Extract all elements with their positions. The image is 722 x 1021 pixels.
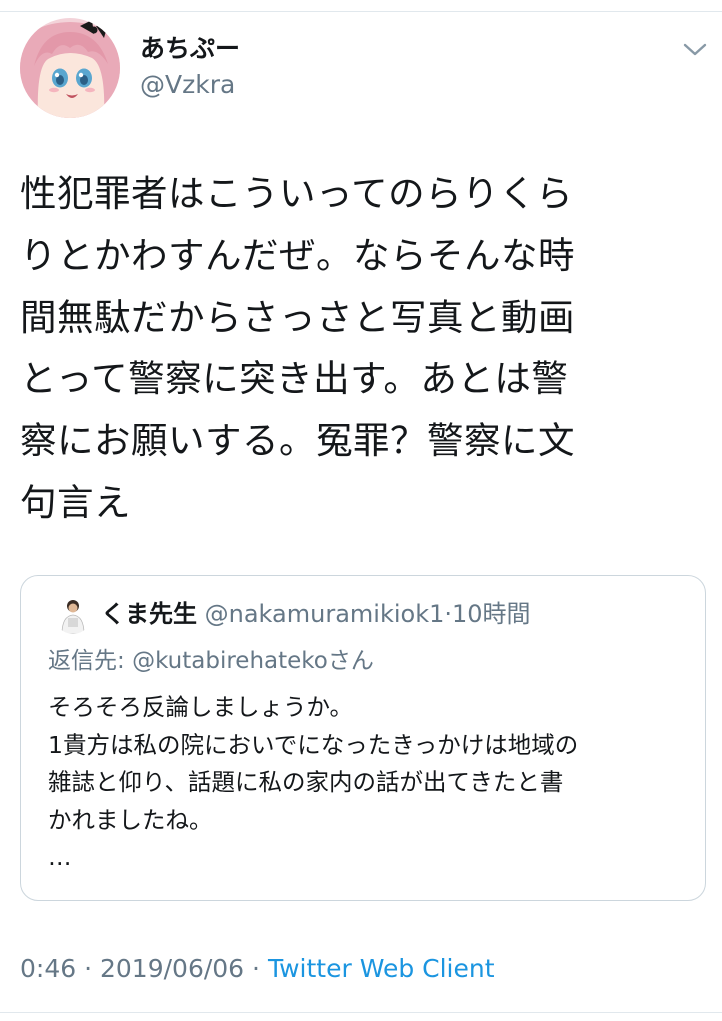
chevron-down-icon[interactable] xyxy=(682,40,708,60)
quoted-author-name[interactable]: くま先生 xyxy=(101,600,197,628)
top-divider xyxy=(0,0,722,12)
replying-to-handle[interactable]: @kutabirehateko xyxy=(132,648,328,674)
quoted-author-avatar[interactable] xyxy=(54,596,92,634)
quoted-tweet-card[interactable]: くま先生 @nakamuramikiok1·10時間 返信先: @kutabir… xyxy=(20,575,706,901)
tweet-client-link[interactable]: Twitter Web Client xyxy=(268,954,495,983)
person-avatar-icon xyxy=(54,596,92,634)
author-display-name[interactable]: あちぷー xyxy=(140,34,240,64)
tweet-footer: 0:46 · 2019/06/06 · Twitter Web Client xyxy=(20,953,495,985)
tweet-text: 性犯罪者はこういってのらりくら りとかわすんだぜ。ならそんな時 間無駄だからさっ… xyxy=(20,172,575,524)
replying-label: 返信先: xyxy=(48,648,133,674)
anime-avatar-icon xyxy=(20,18,120,118)
author-avatar[interactable] xyxy=(20,18,120,118)
meta-separator: · xyxy=(444,600,453,628)
footer-separator-1: · xyxy=(84,954,93,983)
tweet-date[interactable]: 2019/06/06 xyxy=(100,954,244,983)
tweet-time[interactable]: 0:46 xyxy=(20,954,76,983)
quoted-tweet-text: そろそろ反論しましょうか。 1貴方は私の院においでになったきっかけは地域の 雑誌… xyxy=(48,693,579,871)
author-handle[interactable]: @Vzkra xyxy=(140,70,235,100)
quoted-tweet-header: くま先生 @nakamuramikiok1·10時間 xyxy=(101,598,531,630)
quoted-author-handle[interactable]: @nakamuramikiok1 xyxy=(205,600,445,628)
replying-to: 返信先: @kutabirehatekoさん xyxy=(48,645,374,677)
bottom-divider xyxy=(0,1012,722,1013)
replying-suffix: さん xyxy=(327,648,374,674)
quoted-time-ago[interactable]: 10時間 xyxy=(452,600,531,628)
footer-separator-2: · xyxy=(252,954,260,983)
